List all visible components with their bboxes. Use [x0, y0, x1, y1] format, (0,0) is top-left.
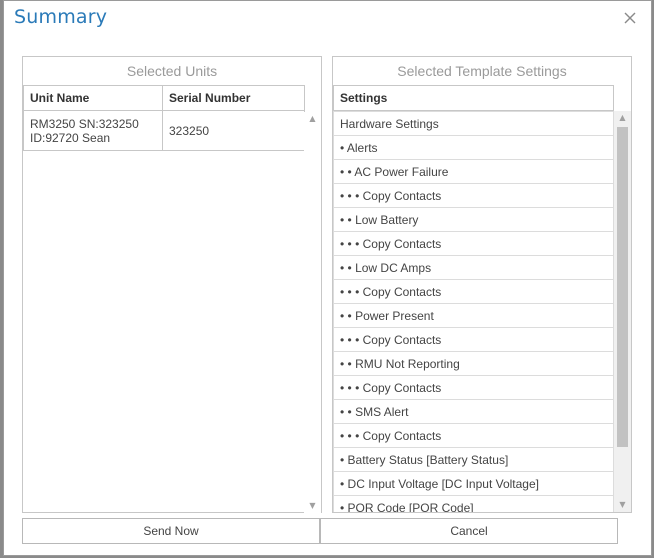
settings-rows-viewport[interactable]: Hardware Settings • Alerts • • AC Power Fa…	[333, 111, 614, 512]
table-row[interactable]: • • • Copy Contacts	[333, 183, 614, 208]
table-row[interactable]: Hardware Settings	[333, 111, 614, 136]
table-row[interactable]: • • • Copy Contacts	[333, 279, 614, 304]
table-row[interactable]: • POR Code [POR Code]	[333, 495, 614, 512]
table-row[interactable]: • • • Copy Contacts	[333, 423, 614, 448]
setting-cell: • • • Copy Contacts	[333, 375, 614, 400]
table-row[interactable]: • • Low DC Amps	[333, 255, 614, 280]
table-row[interactable]: • • Power Present	[333, 303, 614, 328]
units-scrollbar[interactable]: ▲ ▼	[304, 112, 321, 513]
scroll-down-icon[interactable]: ▼	[304, 499, 321, 513]
settings-table: Hardware Settings • Alerts • • AC Power Fa…	[333, 111, 614, 512]
table-row[interactable]: • • • Copy Contacts	[333, 375, 614, 400]
scroll-up-icon[interactable]: ▲	[614, 111, 631, 125]
setting-cell: • • Low Battery	[333, 207, 614, 232]
close-icon[interactable]	[623, 11, 637, 25]
scroll-up-icon[interactable]: ▲	[304, 112, 321, 126]
setting-cell: • Battery Status [Battery Status]	[333, 447, 614, 472]
table-row[interactable]: RM3250 SN:323250 ID:92720 Sean 323250	[23, 110, 305, 151]
setting-cell: • • • Copy Contacts	[333, 423, 614, 448]
setting-cell: • POR Code [POR Code]	[333, 495, 614, 512]
units-header-row: Unit Name Serial Number	[23, 85, 305, 111]
settings-header-table: Settings	[333, 85, 614, 111]
table-row[interactable]: • • RMU Not Reporting	[333, 351, 614, 376]
settings-scrollbar[interactable]: ▲ ▼	[614, 111, 631, 512]
setting-cell: • • • Copy Contacts	[333, 279, 614, 304]
selected-units-panel: Selected Units Unit Name Serial Number R…	[22, 56, 322, 513]
setting-cell: • • RMU Not Reporting	[333, 351, 614, 376]
scroll-thumb[interactable]	[617, 127, 628, 447]
setting-cell: • • AC Power Failure	[333, 159, 614, 184]
scroll-down-icon[interactable]: ▼	[614, 498, 631, 512]
column-header-unit-name[interactable]: Unit Name	[23, 85, 163, 111]
setting-cell: • • SMS Alert	[333, 399, 614, 424]
table-row[interactable]: • DC Input Voltage [DC Input Voltage]	[333, 471, 614, 496]
setting-cell: • DC Input Voltage [DC Input Voltage]	[333, 471, 614, 496]
selected-template-settings-panel: Selected Template Settings Settings Hard…	[332, 56, 632, 513]
unit-name-line2: ID:92720 Sean	[30, 130, 111, 145]
column-header-serial-number[interactable]: Serial Number	[162, 85, 305, 111]
unit-name-line1: RM3250 SN:323250	[30, 116, 139, 131]
setting-cell: • Alerts	[333, 135, 614, 160]
unit-name-cell: RM3250 SN:323250 ID:92720 Sean	[23, 110, 163, 151]
serial-number-cell: 323250	[162, 110, 305, 151]
table-row[interactable]: • • Low Battery	[333, 207, 614, 232]
units-table: Unit Name Serial Number RM3250 SN:323250…	[23, 85, 305, 151]
cancel-button[interactable]: Cancel	[320, 518, 618, 544]
table-row[interactable]: • Battery Status [Battery Status]	[333, 447, 614, 472]
selected-units-caption: Selected Units	[126, 63, 218, 79]
dialog-title: Summary	[14, 6, 108, 28]
setting-cell: • • • Copy Contacts	[333, 183, 614, 208]
setting-cell: • • • Copy Contacts	[333, 231, 614, 256]
settings-header-row: Settings	[333, 85, 614, 111]
summary-dialog: Summary Selected Units Unit Name Serial …	[3, 0, 652, 556]
setting-cell: • • Power Present	[333, 303, 614, 328]
table-row[interactable]: • • • Copy Contacts	[333, 327, 614, 352]
selected-template-settings-caption: Selected Template Settings	[397, 63, 567, 79]
setting-cell: Hardware Settings	[333, 111, 614, 136]
setting-cell: • • • Copy Contacts	[333, 327, 614, 352]
table-row[interactable]: • • SMS Alert	[333, 399, 614, 424]
setting-cell: • • Low DC Amps	[333, 255, 614, 280]
table-row[interactable]: • • AC Power Failure	[333, 159, 614, 184]
column-header-settings[interactable]: Settings	[333, 85, 614, 111]
table-row[interactable]: • Alerts	[333, 135, 614, 160]
send-now-button[interactable]: Send Now	[22, 518, 320, 544]
table-row[interactable]: • • • Copy Contacts	[333, 231, 614, 256]
